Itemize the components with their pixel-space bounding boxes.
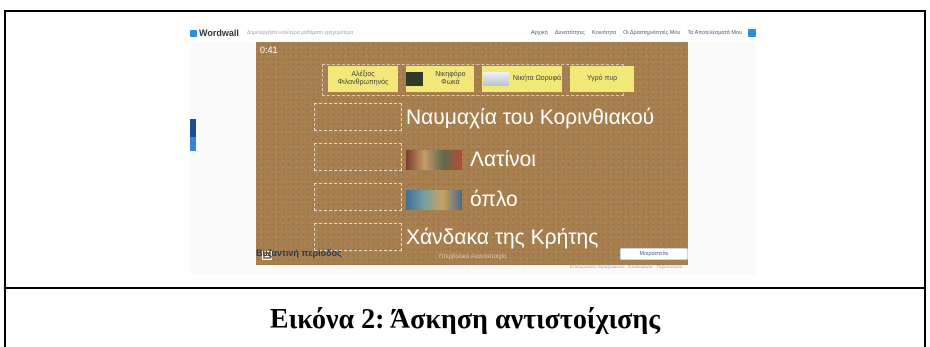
portrait-image	[406, 72, 423, 86]
side-tab-light	[190, 137, 196, 151]
nav-my-results[interactable]: Τα Αποτελέσματά Μου	[687, 30, 742, 36]
drop-slot[interactable]	[314, 143, 402, 171]
card-label: Υγρό πυρ	[586, 75, 618, 82]
divider	[4, 287, 926, 289]
card-label: Αλέξιος Φιλανθρωπηνός	[337, 71, 389, 86]
statement: Ναυμαχία του Κορινθιακού	[406, 106, 654, 130]
game-board: 0:41 Αλέξιος Φιλανθρωπηνός Νικηφόρο Φωκά…	[256, 42, 688, 265]
statement: όπλο	[406, 188, 518, 212]
account-button[interactable]	[748, 29, 756, 37]
answer-card[interactable]: Αλέξιος Φιλανθρωπηνός	[328, 66, 398, 92]
statement: Χάνδακα της Κρήτης	[406, 226, 598, 250]
screenshot: Wordwall Δημιουργήστε καλύτερα μαθήματα …	[190, 24, 756, 274]
statement-image	[406, 190, 462, 210]
answer-card[interactable]: Νικηφόρο Φωκά	[406, 66, 474, 92]
activity-title: Βυζαντινή περίοδος	[256, 248, 342, 258]
drop-slot[interactable]	[314, 183, 402, 211]
logo[interactable]: Wordwall	[190, 28, 239, 38]
wordwall-logo-icon	[190, 29, 197, 37]
tagline: Δημιουργήστε καλύτερα μαθήματα γρηγορότε…	[246, 30, 354, 36]
ship-image	[482, 72, 509, 86]
drop-slot[interactable]	[314, 103, 402, 131]
nav-features[interactable]: Δυνατότητες	[555, 30, 585, 36]
statement-text: Ναυμαχία του Κορινθιακού	[406, 106, 655, 129]
top-bar: Wordwall Δημιουργήστε καλύτερα μαθήματα …	[190, 24, 756, 42]
statement-text: Χάνδακα της Κρήτης	[406, 226, 599, 249]
side-tab[interactable]	[190, 119, 196, 159]
answer-card[interactable]: Υγρό πυρ	[570, 66, 634, 92]
card-label: Νικήτα Ωορυφά	[512, 75, 562, 82]
drop-slot[interactable]	[314, 223, 402, 251]
activity-meta[interactable]: Επεξεργασία περιεχομένου · Επαναφορά · Π…	[570, 264, 682, 269]
logo-text: Wordwall	[199, 28, 239, 38]
card-label: Νικηφόρο Φωκά	[435, 71, 466, 86]
share-label: Μοιραστείτε	[639, 251, 669, 257]
side-tab-dark	[190, 119, 196, 137]
nav-my-activities[interactable]: Οι Δραστηριότητές Μου	[623, 30, 680, 36]
nav-home[interactable]: Αρχική	[531, 30, 548, 36]
share-button[interactable]: Μοιραστείτε	[620, 248, 688, 260]
statement: Λατίνοι	[406, 148, 536, 172]
timer: 0:41	[260, 45, 278, 55]
statement-text: Λατίνοι	[470, 148, 536, 171]
nav-community[interactable]: Κοινότητα	[592, 30, 616, 36]
figure-caption: Εικόνα 2: Άσκηση αντιστοίχισης	[269, 304, 661, 335]
nav-menu: Αρχική Δυνατότητες Κοινότητα Οι Δραστηρι…	[531, 30, 742, 36]
statement-text: όπλο	[470, 188, 518, 211]
statement-image	[406, 150, 462, 170]
answer-card[interactable]: Νικήτα Ωορυφά	[482, 66, 562, 92]
